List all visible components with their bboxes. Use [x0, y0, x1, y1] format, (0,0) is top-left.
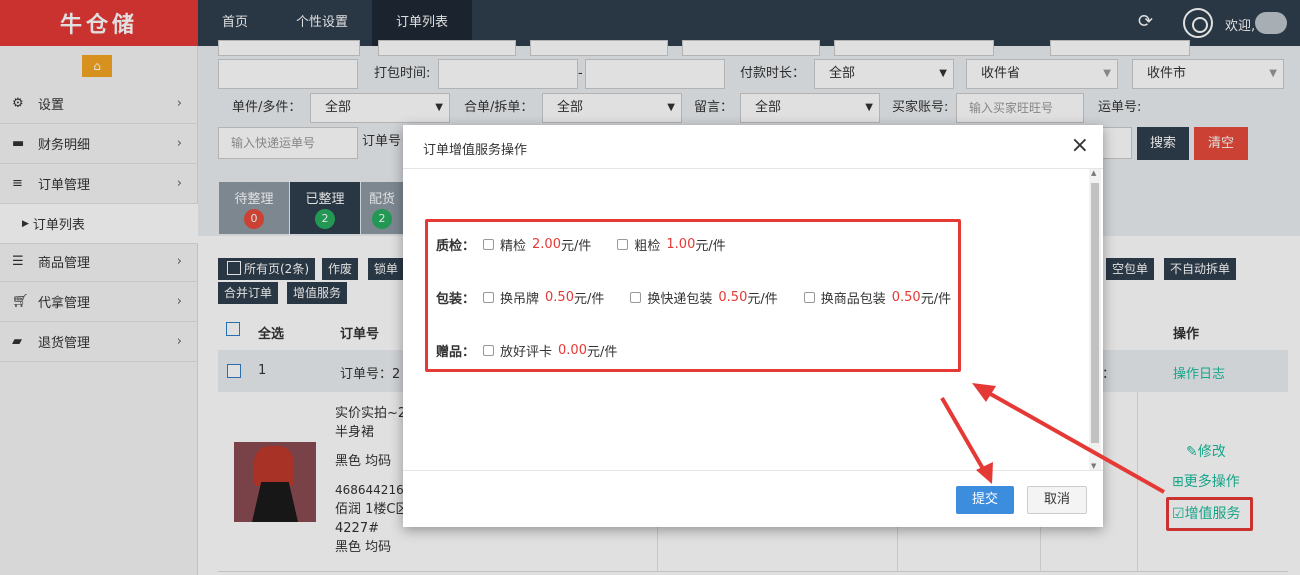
- option-name: 放好评卡: [500, 345, 553, 360]
- service-option-change-express-pack[interactable]: 换快递包装 0.50 元/件: [630, 288, 778, 307]
- option-price: 1.00: [666, 237, 696, 252]
- option-unit: 元/件: [695, 239, 726, 254]
- group-label: 赠品：: [436, 345, 476, 360]
- group-label: 包装：: [436, 292, 476, 307]
- option-checkbox[interactable]: [630, 292, 642, 303]
- service-group-packaging: 包装： 换吊牌 0.50 元/件 换快递包装 0.50 元/件 换商品包装 0.50 元/件: [436, 288, 977, 307]
- service-option-fine-check[interactable]: 精检 2.00 元/件: [483, 235, 591, 254]
- cancel-button[interactable]: 取消: [1027, 486, 1087, 514]
- close-icon[interactable]: ×: [1071, 135, 1089, 157]
- option-checkbox[interactable]: [483, 345, 495, 356]
- option-unit: 元/件: [560, 239, 592, 254]
- option-price: 2.00: [532, 237, 561, 252]
- service-option-change-tag[interactable]: 换吊牌 0.50 元/件: [483, 288, 604, 307]
- scroll-down-icon[interactable]: ▼: [1091, 462, 1096, 470]
- service-option-rough-check[interactable]: 粗检 1.00 元/件: [617, 235, 726, 254]
- option-name: 精检: [500, 239, 527, 254]
- option-price: 0.50: [718, 290, 748, 305]
- option-price: 0.50: [891, 290, 921, 305]
- modal-scrollbar[interactable]: ▲ ▼: [1089, 169, 1101, 470]
- scroll-thumb[interactable]: [1091, 183, 1099, 443]
- submit-button[interactable]: 提交: [956, 486, 1014, 514]
- service-group-qc: 质检： 精检 2.00 元/件 粗检 1.00 元/件: [436, 235, 752, 254]
- option-price: 0.00: [558, 343, 587, 358]
- service-options-highlight: 质检： 精检 2.00 元/件 粗检 1.00 元/件 包装： 换吊牌 0.50 元/件 换…: [425, 219, 961, 372]
- option-unit: 元/件: [586, 345, 618, 360]
- service-option-review-card[interactable]: 放好评卡 0.00 元/件: [483, 341, 617, 360]
- value-added-modal: 订单增值服务操作 × ▲ ▼ 质检： 精检 2.00 元/件 粗检 1.00 元/件 包装…: [403, 125, 1103, 527]
- option-checkbox[interactable]: [483, 239, 495, 250]
- option-unit: 元/件: [573, 292, 605, 307]
- modal-title: 订单增值服务操作: [403, 125, 1103, 169]
- option-name: 粗检: [634, 239, 661, 254]
- option-checkbox[interactable]: [483, 292, 495, 303]
- option-checkbox[interactable]: [617, 239, 629, 250]
- service-group-gift: 赠品： 放好评卡 0.00 元/件: [436, 341, 643, 360]
- option-price: 0.50: [545, 290, 574, 305]
- option-unit: 元/件: [747, 292, 778, 307]
- option-name: 换吊牌: [500, 292, 540, 307]
- option-name: 换快递包装: [647, 292, 713, 307]
- option-name: 换商品包装: [820, 292, 886, 307]
- scroll-up-icon[interactable]: ▲: [1091, 169, 1096, 177]
- option-checkbox[interactable]: [803, 292, 815, 303]
- option-unit: 元/件: [920, 292, 952, 307]
- service-option-change-goods-pack[interactable]: 换商品包装 0.50 元/件: [803, 288, 952, 307]
- group-label: 质检：: [436, 239, 476, 254]
